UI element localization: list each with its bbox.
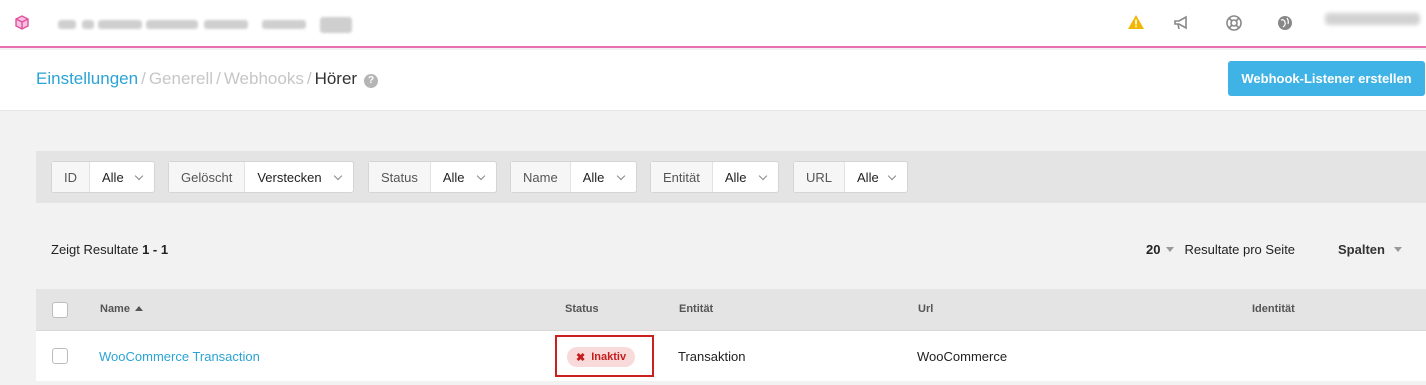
page-header: Einstellungen / Generell / Webhooks / Hörer? W… [0, 50, 1426, 111]
chevron-down-icon [758, 171, 768, 180]
table-row: WooCommerce Transaction ✖ Inaktiv Transak… [36, 331, 1426, 381]
lifebuoy-icon[interactable] [1225, 14, 1243, 32]
filter-bar: ID Alle Gelöscht Verstecken Status Alle … [36, 151, 1426, 203]
column-header-identitaet[interactable]: Identität [1252, 303, 1295, 315]
filter-label: URL [794, 162, 846, 192]
filter-select[interactable]: Alle [431, 162, 496, 192]
breadcrumb-einstellungen[interactable]: Einstellungen [36, 69, 138, 88]
column-header-name[interactable]: Name [100, 303, 143, 315]
sort-ascending-icon [134, 306, 143, 311]
filter-id[interactable]: ID Alle [51, 161, 155, 193]
filter-label: Name [511, 162, 571, 192]
breadcrumb-separator: / [306, 69, 312, 88]
filter-select[interactable]: Alle [713, 162, 778, 192]
chevron-down-icon [333, 171, 343, 180]
table-header: Name Status Entität Url Identität [36, 289, 1426, 331]
top-bar [0, 0, 1426, 48]
row-entity: Transaktion [678, 349, 746, 364]
breadcrumb-generell[interactable]: Generell [149, 69, 213, 88]
chevron-down-icon [134, 171, 144, 180]
filter-label: Status [369, 162, 431, 192]
warning-icon[interactable] [1127, 13, 1145, 31]
results-prefix: Zeigt Resultate [51, 242, 139, 257]
column-header-status[interactable]: Status [565, 303, 599, 315]
breadcrumb-webhooks[interactable]: Webhooks [224, 69, 304, 88]
results-summary: Zeigt Resultate 1 - 1 [51, 242, 168, 257]
filter-label: Gelöscht [169, 162, 246, 192]
column-header-url[interactable]: Url [918, 303, 933, 315]
create-webhook-listener-button[interactable]: Webhook-Listener erstellen [1228, 61, 1425, 96]
chevron-down-icon [476, 171, 486, 180]
results-range: 1 - 1 [142, 242, 169, 257]
filter-label: ID [52, 162, 90, 192]
chevron-down-icon [616, 171, 626, 180]
filter-url[interactable]: URL Alle [793, 161, 908, 193]
filter-label: Entität [651, 162, 713, 192]
cube-logo-icon[interactable] [13, 14, 31, 32]
per-page-label: Resultate pro Seite [1184, 242, 1296, 257]
filter-entitaet[interactable]: Entität Alle [650, 161, 779, 193]
caret-down-icon [1166, 247, 1175, 252]
status-highlight: ✖ Inaktiv [555, 335, 654, 377]
row-name-link[interactable]: WooCommerce Transaction [99, 349, 260, 364]
columns-button[interactable]: Spalten [1338, 242, 1402, 257]
columns-label: Spalten [1338, 242, 1385, 257]
breadcrumb-separator: / [141, 69, 146, 88]
column-header-entitaet[interactable]: Entität [679, 303, 713, 315]
status-badge-label: Inaktiv [591, 351, 627, 363]
close-icon: ✖ [576, 351, 586, 364]
caret-down-icon [1393, 247, 1402, 252]
page-title: Hörer [314, 69, 358, 88]
filter-select[interactable]: Alle [90, 162, 154, 192]
chevron-down-icon [887, 171, 897, 180]
breadcrumb: Einstellungen / Generell / Webhooks / Hörer? [36, 69, 379, 89]
row-url: WooCommerce [917, 349, 1008, 364]
user-menu[interactable] [1325, 13, 1420, 25]
per-page-value[interactable]: 20 [1146, 242, 1160, 257]
filter-name[interactable]: Name Alle [510, 161, 637, 193]
select-all-checkbox[interactable] [52, 302, 68, 318]
filter-select[interactable]: Verstecken [245, 162, 353, 192]
blurred-app-title [58, 17, 358, 35]
status-badge: ✖ Inaktiv [567, 347, 636, 367]
filter-status[interactable]: Status Alle [368, 161, 497, 193]
globe-icon[interactable] [1276, 14, 1294, 32]
megaphone-icon[interactable] [1173, 14, 1191, 32]
filter-select[interactable]: Alle [845, 162, 907, 192]
breadcrumb-separator: / [216, 69, 221, 88]
per-page-selector[interactable]: 20 Resultate pro Seite [1146, 242, 1295, 257]
help-icon[interactable]: ? [364, 74, 379, 88]
row-checkbox[interactable] [52, 348, 68, 364]
filter-select[interactable]: Alle [571, 162, 636, 192]
filter-geloescht[interactable]: Gelöscht Verstecken [168, 161, 354, 193]
